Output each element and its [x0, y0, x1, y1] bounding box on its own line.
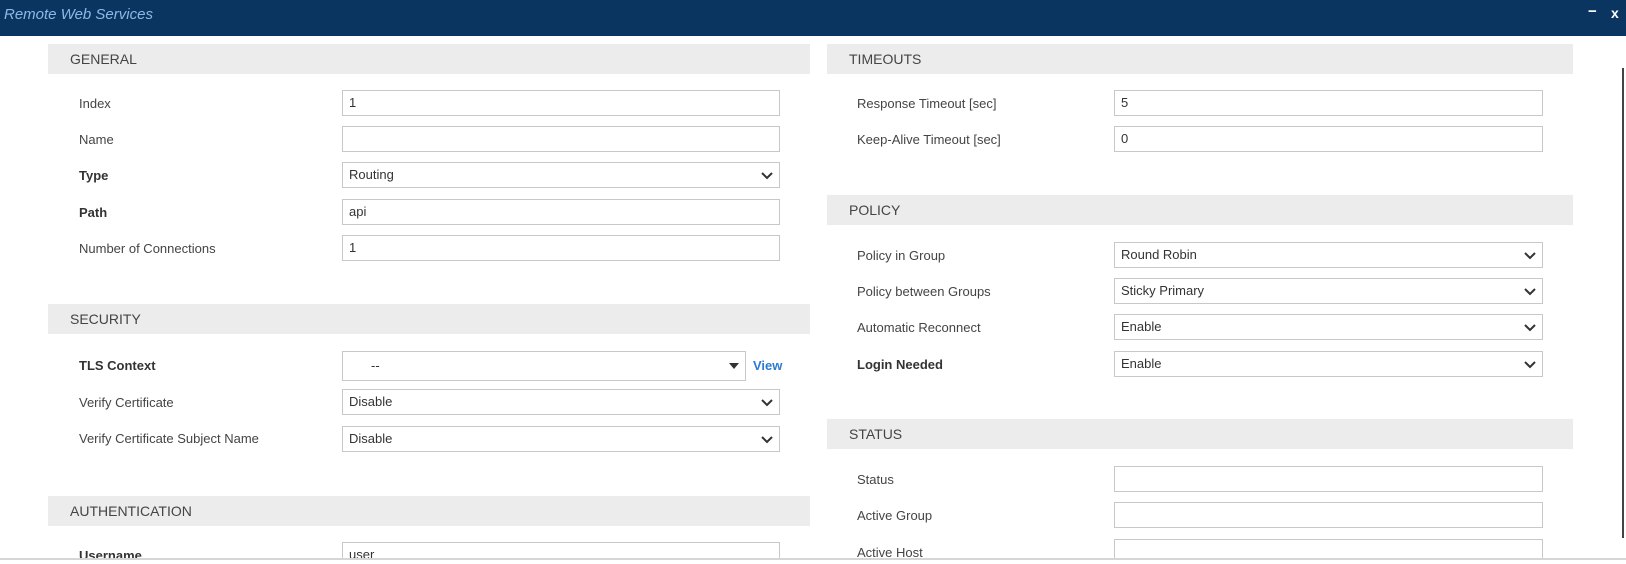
status-section-header: STATUS [827, 419, 1573, 449]
policy-in-group-value: Round Robin [1121, 247, 1197, 262]
active-group-label: Active Group [857, 508, 933, 523]
name-field[interactable] [342, 126, 780, 152]
tls-context-value: -- [371, 358, 380, 373]
form-content: GENERAL Index 1 Name Type Routing Path a… [0, 36, 1626, 558]
bottom-divider [0, 558, 1626, 560]
chevron-down-icon [1524, 315, 1536, 332]
minimize-button[interactable]: − [1588, 3, 1597, 20]
active-host-field [1114, 539, 1543, 558]
verify-subject-value: Disable [349, 431, 393, 446]
chevron-down-icon [761, 427, 773, 444]
policy-in-group-select[interactable]: Round Robin [1114, 242, 1543, 268]
path-label: Path [79, 205, 108, 220]
verify-subject-label: Verify Certificate Subject Name [79, 431, 259, 446]
general-section-header: GENERAL [48, 44, 810, 74]
automatic-reconnect-select[interactable]: Enable [1114, 314, 1543, 340]
response-timeout-label: Response Timeout [sec] [857, 96, 997, 111]
chevron-down-icon [1524, 279, 1536, 296]
authentication-section-header: AUTHENTICATION [48, 496, 810, 526]
name-label: Name [79, 132, 114, 147]
connections-field[interactable]: 1 [342, 235, 780, 261]
index-label: Index [79, 96, 111, 111]
window-title: Remote Web Services [4, 6, 153, 23]
security-section-header: SECURITY [48, 304, 810, 334]
policy-between-groups-select[interactable]: Sticky Primary [1114, 278, 1543, 304]
timeouts-section-header: TIMEOUTS [827, 44, 1573, 74]
verify-certificate-value: Disable [349, 394, 393, 409]
type-label: Type [79, 168, 109, 183]
chevron-down-icon [1524, 243, 1536, 260]
verify-subject-select[interactable]: Disable [342, 426, 780, 452]
username-field[interactable]: user [342, 542, 780, 558]
automatic-reconnect-label: Automatic Reconnect [857, 320, 981, 335]
tls-context-select[interactable]: -- [342, 351, 746, 381]
active-host-label: Active Host [857, 545, 923, 558]
chevron-down-icon [761, 163, 773, 180]
response-timeout-field[interactable]: 5 [1114, 90, 1543, 116]
active-group-field [1114, 502, 1543, 528]
close-button[interactable]: x [1611, 5, 1619, 21]
index-field[interactable]: 1 [342, 90, 780, 116]
keepalive-timeout-field[interactable]: 0 [1114, 126, 1543, 152]
policy-between-groups-label: Policy between Groups [857, 284, 991, 299]
caret-down-icon [729, 352, 739, 369]
verify-certificate-select[interactable]: Disable [342, 389, 780, 415]
path-field[interactable]: api [342, 199, 780, 225]
type-select[interactable]: Routing [342, 162, 780, 188]
status-label: Status [857, 472, 894, 487]
tls-context-label: TLS Context [79, 358, 156, 373]
policy-section-header: POLICY [827, 195, 1573, 225]
username-label: Username [79, 548, 142, 558]
login-needed-select[interactable]: Enable [1114, 351, 1543, 377]
login-needed-label: Login Needed [857, 357, 943, 372]
chevron-down-icon [1524, 352, 1536, 369]
title-bar: Remote Web Services − x [0, 0, 1626, 36]
status-field [1114, 466, 1543, 492]
policy-between-groups-value: Sticky Primary [1121, 283, 1205, 298]
vertical-scrollbar[interactable] [1622, 68, 1624, 538]
automatic-reconnect-value: Enable [1121, 319, 1162, 334]
type-select-value: Routing [349, 167, 394, 182]
chevron-down-icon [761, 390, 773, 407]
keepalive-timeout-label: Keep-Alive Timeout [sec] [857, 132, 1001, 147]
verify-certificate-label: Verify Certificate [79, 395, 174, 410]
tls-view-link[interactable]: View [753, 358, 782, 373]
connections-label: Number of Connections [79, 241, 216, 256]
login-needed-value: Enable [1121, 356, 1162, 371]
policy-in-group-label: Policy in Group [857, 248, 946, 263]
